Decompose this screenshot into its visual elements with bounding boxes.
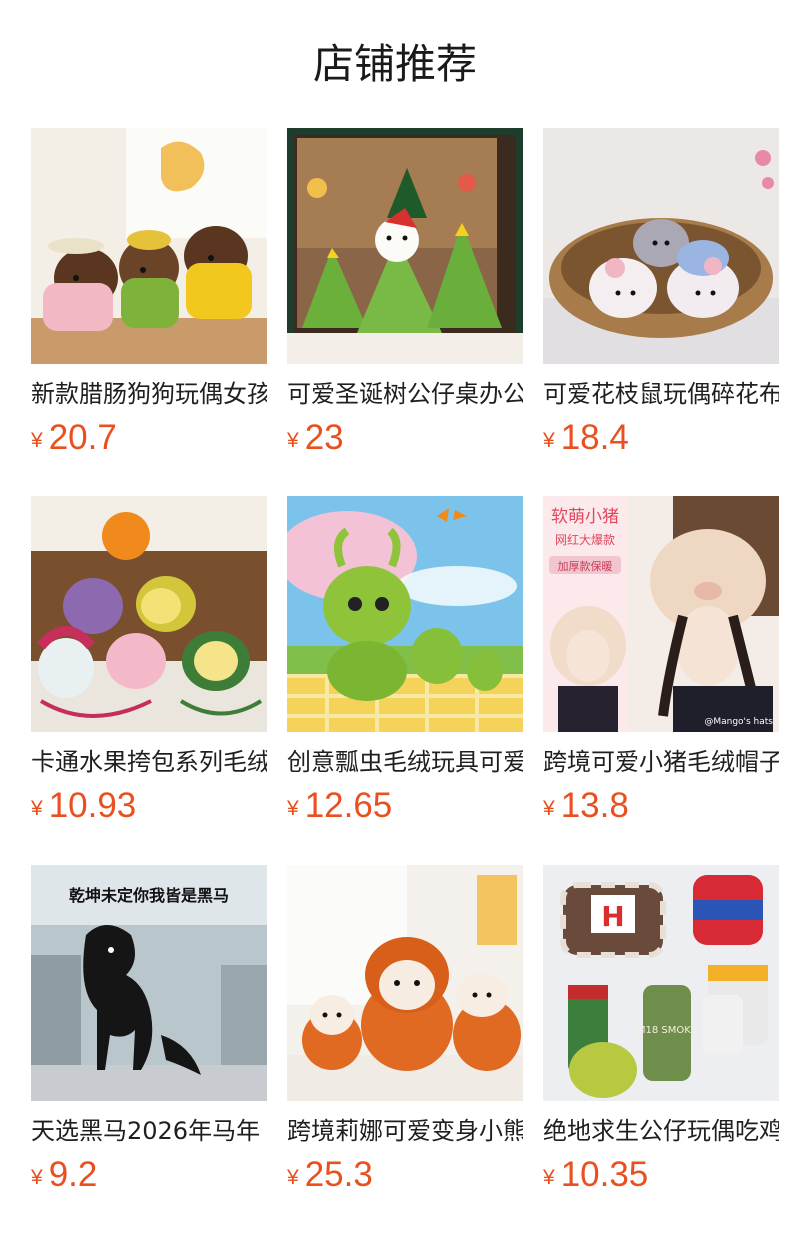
horse-caption: 乾坤未定你我皆是黑马: [69, 886, 229, 905]
product-image-dachshund-plush[interactable]: [31, 128, 267, 364]
price-value: 25.3: [304, 1155, 373, 1194]
product-image-christmas-tree-plush[interactable]: [287, 128, 523, 364]
product-name[interactable]: 可爱花枝鼠玩偶碎花布: [543, 378, 779, 410]
product-price: ¥10.93: [31, 786, 267, 826]
product-image-red-panda-bear-plush[interactable]: [287, 865, 523, 1101]
pig-hat-sub: 网红大爆款: [555, 532, 615, 547]
product-price: ¥23: [287, 418, 523, 458]
page-title: 店铺推荐: [313, 40, 477, 88]
product-image-pig-plush-hat[interactable]: 软萌小猪 网红大爆款 加厚款保暖 @Mango's hats: [543, 496, 779, 732]
product-image-black-horse-plush[interactable]: 乾坤未定你我皆是黑马: [31, 865, 267, 1101]
product-card[interactable]: H M18 SMOKE 绝地求生公仔玩偶吃鸡 ¥10.35: [543, 865, 779, 1195]
product-image-caterpillar-plush[interactable]: [287, 496, 523, 732]
product-card[interactable]: 可爱花枝鼠玩偶碎花布 ¥18.4: [543, 128, 779, 458]
currency-symbol: ¥: [543, 1166, 555, 1189]
product-price: ¥25.3: [287, 1155, 523, 1195]
product-image-mouse-plush-basket[interactable]: [543, 128, 779, 364]
product-price: ¥9.2: [31, 1155, 267, 1195]
product-name[interactable]: 跨境可爱小猪毛绒帽子: [543, 746, 779, 778]
product-card[interactable]: 可爱圣诞树公仔桌办公 ¥23: [287, 128, 523, 458]
pig-hat-watermark: @Mango's hats: [704, 717, 773, 727]
product-card[interactable]: 卡通水果挎包系列毛绒 ¥10.93: [31, 496, 267, 826]
product-card[interactable]: 跨境莉娜可爱变身小熊 ¥25.3: [287, 865, 523, 1195]
price-value: 18.4: [560, 418, 629, 457]
product-price: ¥10.35: [543, 1155, 779, 1195]
price-value: 12.65: [304, 786, 393, 825]
product-card[interactable]: 软萌小猪 网红大爆款 加厚款保暖 @Mango's hats 跨境可爱小猪毛绒帽…: [543, 496, 779, 826]
currency-symbol: ¥: [287, 797, 299, 820]
product-price: ¥13.8: [543, 786, 779, 826]
product-name[interactable]: 新款腊肠狗狗玩偶女孩: [31, 378, 267, 410]
price-value: 23: [304, 418, 344, 457]
currency-symbol: ¥: [31, 797, 43, 820]
product-name[interactable]: 绝地求生公仔玩偶吃鸡: [543, 1115, 779, 1147]
product-name[interactable]: 可爱圣诞树公仔桌办公: [287, 378, 523, 410]
currency-symbol: ¥: [543, 429, 555, 452]
medkit-letter: H: [601, 900, 624, 933]
currency-symbol: ¥: [31, 429, 43, 452]
price-value: 9.2: [48, 1155, 98, 1194]
pig-hat-tag: 加厚款保暖: [558, 559, 613, 573]
product-image-pubg-item-plush[interactable]: H M18 SMOKE: [543, 865, 779, 1101]
currency-symbol: ¥: [287, 1166, 299, 1189]
product-card[interactable]: 乾坤未定你我皆是黑马 天选黑马2026年马年 ¥9.2: [31, 865, 267, 1195]
product-name[interactable]: 创意瓢虫毛绒玩具可爱: [287, 746, 523, 778]
product-price: ¥20.7: [31, 418, 267, 458]
product-price: ¥12.65: [287, 786, 523, 826]
product-image-fruit-crossbody-bags[interactable]: [31, 496, 267, 732]
pig-hat-banner: 软萌小猪: [551, 507, 619, 527]
currency-symbol: ¥: [287, 429, 299, 452]
product-name[interactable]: 天选黑马2026年马年: [31, 1115, 267, 1147]
product-card[interactable]: 新款腊肠狗狗玩偶女孩 ¥20.7: [31, 128, 267, 458]
price-value: 13.8: [560, 786, 629, 825]
price-value: 20.7: [48, 418, 117, 457]
product-card[interactable]: 创意瓢虫毛绒玩具可爱 ¥12.65: [287, 496, 523, 826]
price-value: 10.93: [48, 786, 137, 825]
currency-symbol: ¥: [543, 797, 555, 820]
product-price: ¥18.4: [543, 418, 779, 458]
currency-symbol: ¥: [31, 1166, 43, 1189]
price-value: 10.35: [560, 1155, 649, 1194]
product-name[interactable]: 卡通水果挎包系列毛绒: [31, 746, 267, 778]
product-name[interactable]: 跨境莉娜可爱变身小熊: [287, 1115, 523, 1147]
grenade-label: M18 SMOKE: [637, 1025, 697, 1036]
